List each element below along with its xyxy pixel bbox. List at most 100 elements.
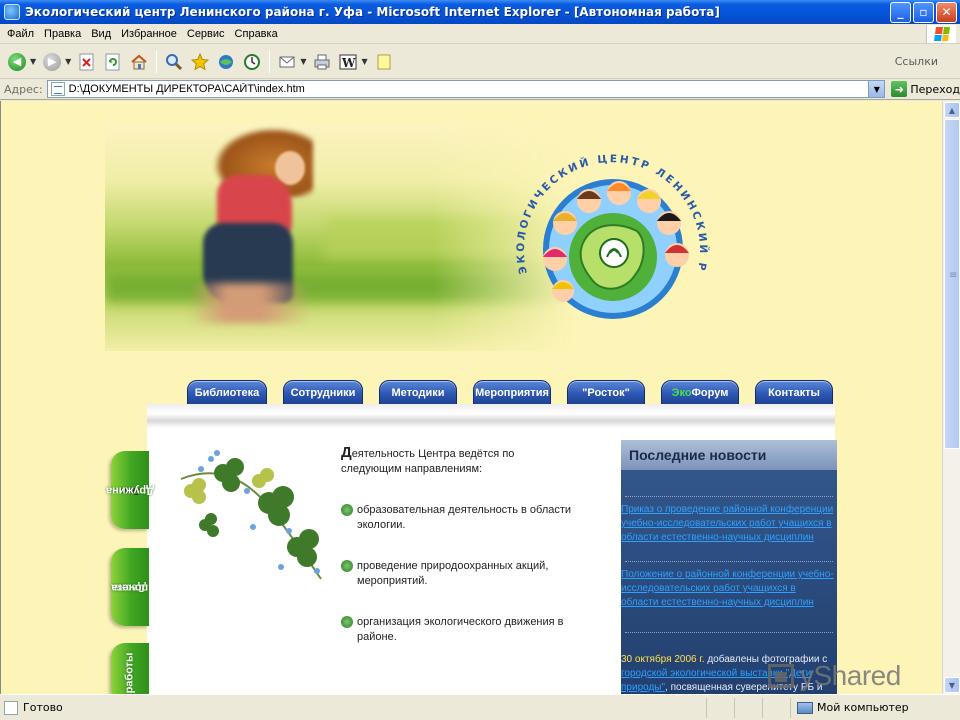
nav-tab-rostok[interactable]: "Росток": [567, 380, 645, 406]
go-arrow-icon: ➜: [891, 81, 908, 97]
status-text: Готово: [23, 701, 63, 714]
menu-view[interactable]: Вид: [88, 28, 118, 40]
status-left: Готово: [0, 700, 706, 715]
computer-icon: [797, 701, 813, 714]
side-tab-works-label: работы: [123, 652, 136, 694]
maximize-button[interactable]: ▫: [913, 1, 934, 23]
latest-news-panel: Последние новости Приказ о проведение ра…: [621, 440, 837, 694]
menu-edit[interactable]: Правка: [41, 28, 88, 40]
nav-tab-ecoforum[interactable]: Эко Форум: [661, 380, 739, 406]
status-cell: [706, 697, 734, 718]
clover-decoration-image: [180, 450, 322, 580]
news-link[interactable]: Приказ о проведение районной конференции…: [621, 504, 833, 543]
go-button[interactable]: ➜ Переход: [891, 81, 960, 97]
ecoforum-rest-label: Форум: [691, 387, 729, 399]
address-input[interactable]: [68, 81, 869, 97]
activity-intro-first-letter: Д: [341, 444, 352, 461]
page-icon: [50, 82, 65, 96]
windows-logo-icon: [926, 25, 956, 43]
close-button[interactable]: ✕: [936, 1, 957, 23]
minimize-button[interactable]: _: [890, 1, 911, 23]
word-dropdown-icon[interactable]: ▼: [361, 57, 367, 66]
page-icon: [4, 700, 18, 715]
address-dropdown-icon[interactable]: ▼: [868, 81, 885, 97]
clover-bullet-icon: [341, 504, 353, 516]
nav-tab-library[interactable]: Библиотека: [187, 380, 267, 406]
stop-icon[interactable]: [76, 51, 98, 73]
window-title: Экологический центр Ленинского района г.…: [25, 5, 720, 19]
main-navigation: Библиотека Сотрудники Методики Мероприят…: [187, 380, 849, 406]
back-icon[interactable]: ◀: [6, 51, 28, 73]
news-divider: [625, 632, 833, 633]
vertical-scrollbar[interactable]: ▲ ▼: [942, 101, 960, 694]
side-tab-works[interactable]: работы: [111, 643, 149, 694]
news-divider: [625, 496, 833, 497]
activity-item-text: организация экологического движения в ра…: [357, 616, 564, 643]
activity-item: проведение природоохранных акций, меропр…: [341, 559, 577, 589]
menu-help[interactable]: Справка: [232, 28, 285, 40]
menu-bar: Файл Правка Вид Избранное Сервис Справка: [0, 24, 960, 44]
activity-item-text: образовательная деятельность в области э…: [357, 504, 572, 531]
activity-item-text: проведение природоохранных акций, меропр…: [357, 560, 549, 587]
home-icon[interactable]: [128, 51, 150, 73]
security-zone: Мой компьютер: [790, 697, 960, 718]
svg-text:W: W: [341, 56, 356, 70]
back-dropdown-icon[interactable]: ▼: [30, 57, 36, 66]
nav-tab-methods[interactable]: Методики: [379, 380, 457, 406]
side-tab-honor-board[interactable]: Доска почета: [111, 548, 149, 626]
myshared-watermark-logo: yShared: [768, 660, 901, 692]
nav-tab-contacts[interactable]: Контакты: [755, 380, 833, 406]
news-date: 30 октября 2006 г.: [621, 654, 705, 665]
scroll-thumb[interactable]: [944, 119, 960, 449]
eco-center-emblem-logo: ЭКОЛОГИЧЕСКИЙ ЦЕНТР ЛЕНИНСКИЙ РАЙОН Г. У…: [497, 123, 708, 319]
status-bar: Готово Мой компьютер: [0, 694, 960, 720]
toolbar-separator: [156, 50, 158, 73]
status-cell: [734, 697, 762, 718]
side-tab-eco-druzhina[interactable]: Эко Дружина: [106, 451, 154, 529]
scroll-up-icon[interactable]: ▲: [944, 102, 960, 118]
clover-bullet-icon: [341, 616, 353, 628]
word-icon[interactable]: W: [337, 51, 359, 73]
menu-favorites[interactable]: Избранное: [118, 28, 184, 40]
address-bar: Адрес: ▼ ➜ Переход: [0, 79, 960, 100]
forward-icon[interactable]: ▶: [41, 51, 63, 73]
menu-tools[interactable]: Сервис: [184, 28, 232, 40]
address-field[interactable]: ▼: [46, 80, 886, 98]
page-viewport: ЭКОЛОГИЧЕСКИЙ ЦЕНТР ЛЕНИНСКИЙ РАЙОН Г. У…: [0, 101, 942, 694]
notes-icon[interactable]: [373, 51, 395, 73]
mail-icon[interactable]: [276, 51, 298, 73]
watermark-text: yShared: [800, 660, 901, 691]
news-item: Положение о районной конференции учебно-…: [621, 568, 837, 610]
myshared-box-icon: [768, 664, 794, 688]
refresh-icon[interactable]: [102, 51, 124, 73]
favorites-icon[interactable]: [189, 51, 211, 73]
history-icon[interactable]: [241, 51, 263, 73]
media-icon[interactable]: [215, 51, 237, 73]
address-label: Адрес:: [4, 82, 43, 96]
ie-app-icon: [4, 4, 20, 20]
zone-label: Мой компьютер: [817, 701, 909, 714]
print-icon[interactable]: [311, 51, 333, 73]
scroll-down-icon[interactable]: ▼: [944, 677, 960, 693]
toolbar: ◀ ▼ ▶ ▼ ▼ W ▼ Ссылки: [0, 45, 960, 79]
mail-dropdown-icon[interactable]: ▼: [300, 57, 306, 66]
clover-bullet-icon: [341, 560, 353, 572]
go-label: Переход: [910, 82, 960, 96]
links-label[interactable]: Ссылки: [895, 55, 938, 68]
latest-news-title: Последние новости: [621, 440, 837, 470]
news-item: Приказ о проведение районной конференции…: [621, 503, 837, 545]
title-bar: Экологический центр Ленинского района г.…: [0, 0, 960, 24]
forward-dropdown-icon[interactable]: ▼: [65, 57, 71, 66]
status-cell: [762, 697, 790, 718]
honor-board-line2: почета: [111, 581, 149, 594]
search-icon[interactable]: [163, 51, 185, 73]
nav-tab-events[interactable]: Мероприятия: [473, 380, 551, 406]
nav-tab-staff[interactable]: Сотрудники: [283, 380, 363, 406]
activity-item: организация экологического движения в ра…: [341, 615, 577, 645]
menu-file[interactable]: Файл: [4, 28, 41, 40]
activity-intro: Деятельность Центра ведётся по следующим…: [341, 445, 577, 477]
druzhina-rest-label: Дружина: [106, 484, 154, 497]
activity-intro-text: еятельность Центра ведётся по следующим …: [341, 448, 515, 475]
news-link[interactable]: Положение о районной конференции учебно-…: [621, 569, 834, 608]
activity-description: Деятельность Центра ведётся по следующим…: [341, 445, 577, 645]
